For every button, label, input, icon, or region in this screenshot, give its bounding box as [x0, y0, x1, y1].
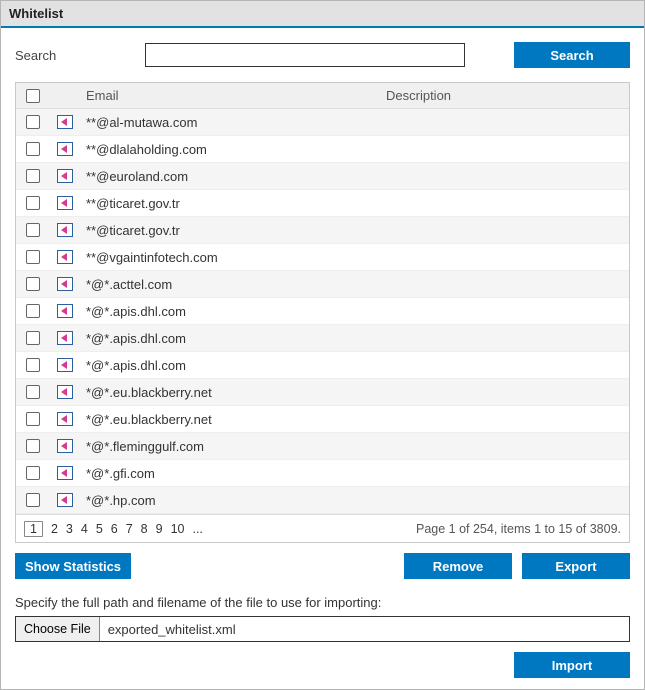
entry-icon: [57, 223, 73, 237]
action-row: Show Statistics Remove Export: [1, 543, 644, 593]
table-row[interactable]: *@*.apis.dhl.com: [16, 298, 629, 325]
table-row[interactable]: **@vgaintinfotech.com: [16, 244, 629, 271]
row-checkbox[interactable]: [26, 169, 40, 183]
row-checkbox[interactable]: [26, 223, 40, 237]
row-email: **@euroland.com: [80, 169, 380, 184]
page-link[interactable]: 5: [96, 522, 103, 536]
row-checkbox[interactable]: [26, 385, 40, 399]
table-row[interactable]: *@*.eu.blackberry.net: [16, 406, 629, 433]
page-link[interactable]: ...: [192, 522, 202, 536]
file-picker: Choose File exported_whitelist.xml: [15, 616, 630, 642]
entry-icon: [57, 385, 73, 399]
chosen-filename: exported_whitelist.xml: [100, 617, 629, 641]
table-row[interactable]: *@*.gfi.com: [16, 460, 629, 487]
col-email[interactable]: Email: [80, 88, 380, 103]
row-checkbox[interactable]: [26, 115, 40, 129]
page-link[interactable]: 6: [111, 522, 118, 536]
pager-info: Page 1 of 254, items 1 to 15 of 3809.: [416, 522, 621, 536]
table-row[interactable]: **@dlalaholding.com: [16, 136, 629, 163]
select-all-checkbox[interactable]: [26, 89, 40, 103]
row-email: *@*.eu.blackberry.net: [80, 385, 380, 400]
entry-icon: [57, 196, 73, 210]
entry-icon: [57, 304, 73, 318]
entry-icon: [57, 466, 73, 480]
row-checkbox[interactable]: [26, 331, 40, 345]
row-email: *@*.hp.com: [80, 493, 380, 508]
page-link[interactable]: 2: [51, 522, 58, 536]
page-link[interactable]: 10: [171, 522, 185, 536]
page-link[interactable]: 1: [24, 521, 43, 537]
row-email: *@*.fleminggulf.com: [80, 439, 380, 454]
table-row[interactable]: *@*.apis.dhl.com: [16, 352, 629, 379]
row-checkbox[interactable]: [26, 358, 40, 372]
entry-icon: [57, 250, 73, 264]
table-row[interactable]: *@*.apis.dhl.com: [16, 325, 629, 352]
row-email: *@*.apis.dhl.com: [80, 304, 380, 319]
page-link[interactable]: 9: [156, 522, 163, 536]
search-button[interactable]: Search: [514, 42, 630, 68]
page-link[interactable]: 7: [126, 522, 133, 536]
row-email: **@vgaintinfotech.com: [80, 250, 380, 265]
row-email: *@*.gfi.com: [80, 466, 380, 481]
table-row[interactable]: *@*.hp.com: [16, 487, 629, 514]
row-email: **@dlalaholding.com: [80, 142, 380, 157]
row-checkbox[interactable]: [26, 142, 40, 156]
row-checkbox[interactable]: [26, 196, 40, 210]
entry-icon: [57, 412, 73, 426]
table-row[interactable]: **@al-mutawa.com: [16, 109, 629, 136]
table-row[interactable]: *@*.acttel.com: [16, 271, 629, 298]
row-checkbox[interactable]: [26, 493, 40, 507]
whitelist-panel: Whitelist Search Search Email Descriptio…: [0, 0, 645, 690]
row-email: **@al-mutawa.com: [80, 115, 380, 130]
import-button[interactable]: Import: [514, 652, 630, 678]
table-row[interactable]: **@ticaret.gov.tr: [16, 190, 629, 217]
row-email: **@ticaret.gov.tr: [80, 196, 380, 211]
page-link[interactable]: 8: [141, 522, 148, 536]
row-checkbox[interactable]: [26, 412, 40, 426]
row-email: *@*.acttel.com: [80, 277, 380, 292]
search-input[interactable]: [145, 43, 465, 67]
panel-title: Whitelist: [1, 1, 644, 28]
row-checkbox[interactable]: [26, 250, 40, 264]
row-email: **@ticaret.gov.tr: [80, 223, 380, 238]
pager: 123456789 10... Page 1 of 254, items 1 to…: [16, 514, 629, 542]
import-label: Specify the full path and filename of th…: [1, 593, 644, 616]
row-checkbox[interactable]: [26, 466, 40, 480]
row-checkbox[interactable]: [26, 277, 40, 291]
entry-icon: [57, 493, 73, 507]
search-row: Search Search: [1, 28, 644, 82]
export-button[interactable]: Export: [522, 553, 630, 579]
table-row[interactable]: **@euroland.com: [16, 163, 629, 190]
table-row[interactable]: *@*.fleminggulf.com: [16, 433, 629, 460]
entry-icon: [57, 142, 73, 156]
table-row[interactable]: *@*.eu.blackberry.net: [16, 379, 629, 406]
search-label: Search: [15, 48, 135, 63]
row-email: *@*.apis.dhl.com: [80, 358, 380, 373]
table-row[interactable]: **@ticaret.gov.tr: [16, 217, 629, 244]
col-description[interactable]: Description: [380, 88, 629, 103]
row-email: *@*.apis.dhl.com: [80, 331, 380, 346]
entry-icon: [57, 439, 73, 453]
entry-icon: [57, 331, 73, 345]
page-link[interactable]: 3: [66, 522, 73, 536]
entry-icon: [57, 277, 73, 291]
row-checkbox[interactable]: [26, 304, 40, 318]
whitelist-table: Email Description **@al-mutawa.com **@dla…: [15, 82, 630, 543]
row-checkbox[interactable]: [26, 439, 40, 453]
entry-icon: [57, 115, 73, 129]
row-email: *@*.eu.blackberry.net: [80, 412, 380, 427]
show-statistics-button[interactable]: Show Statistics: [15, 553, 131, 579]
choose-file-button[interactable]: Choose File: [16, 617, 100, 641]
entry-icon: [57, 358, 73, 372]
table-header: Email Description: [16, 83, 629, 109]
page-link[interactable]: 4: [81, 522, 88, 536]
remove-button[interactable]: Remove: [404, 553, 512, 579]
entry-icon: [57, 169, 73, 183]
